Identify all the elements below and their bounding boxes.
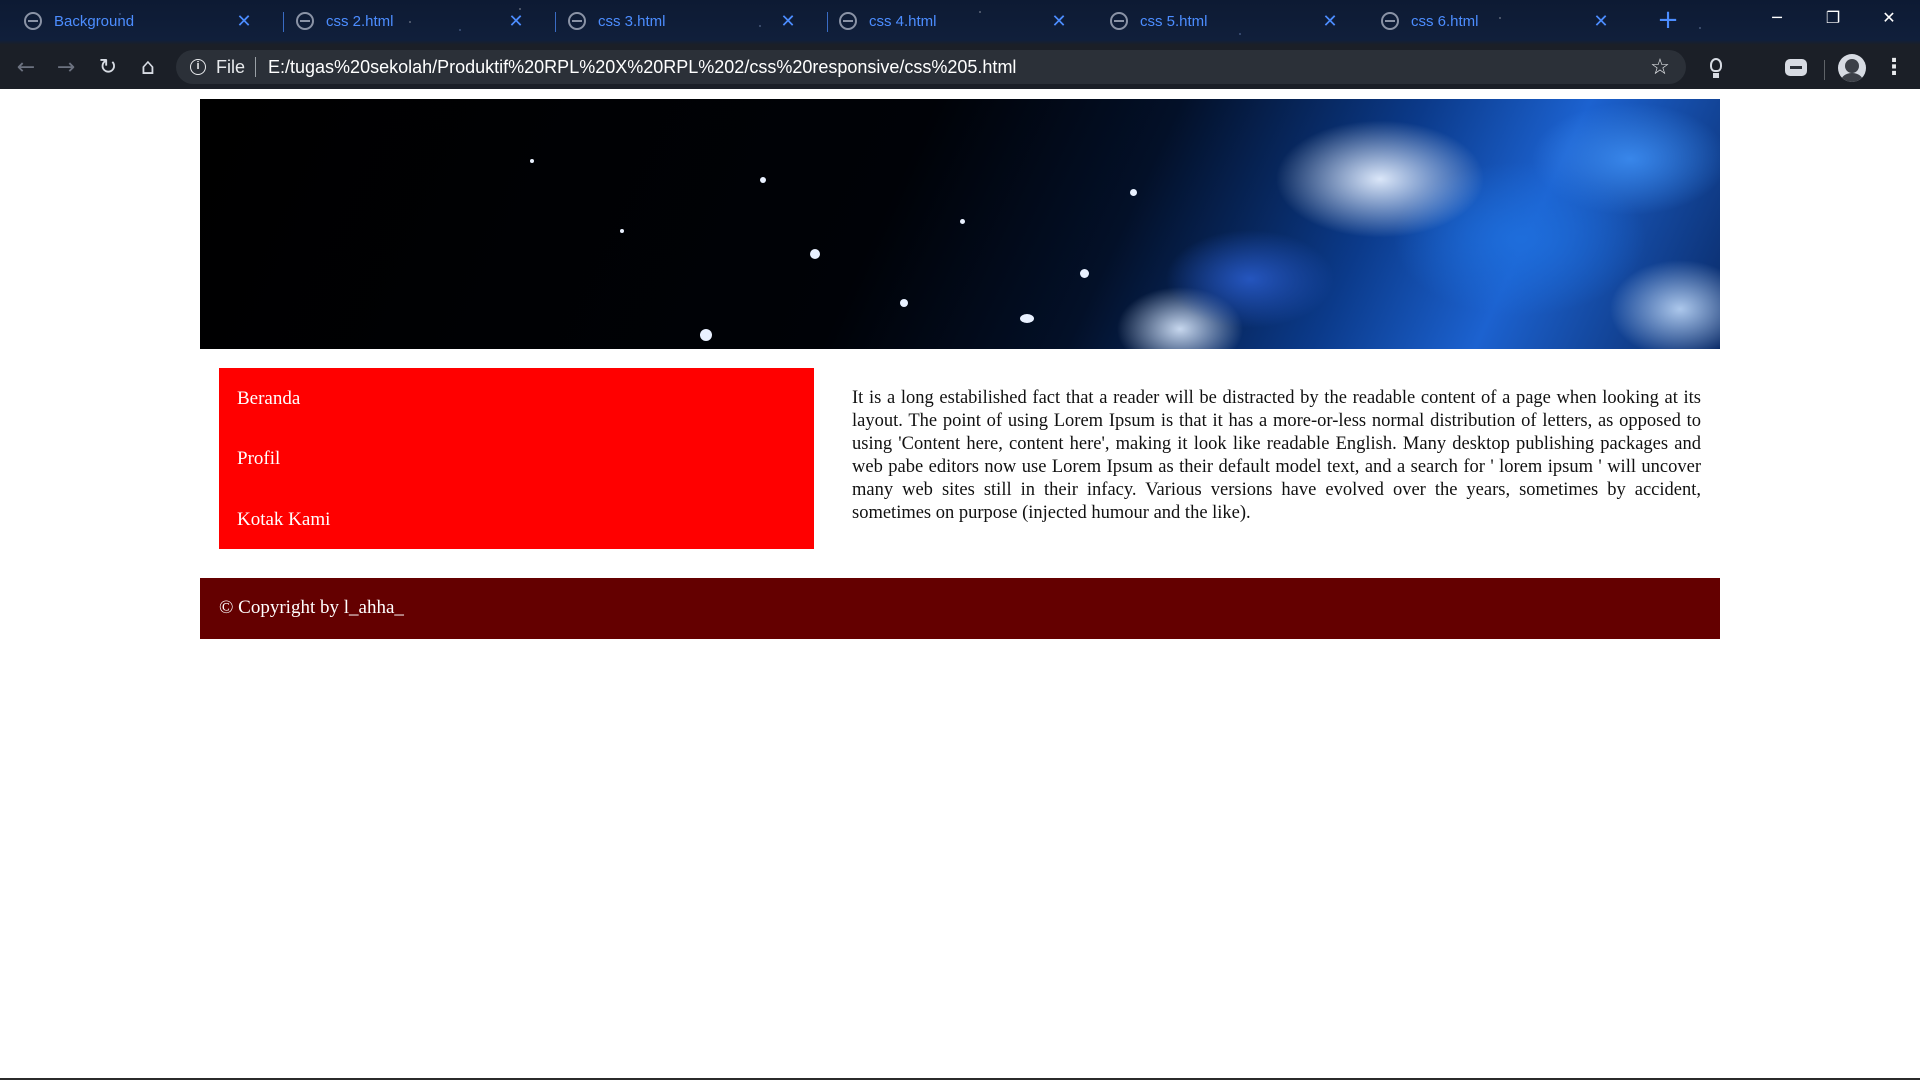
water-droplet bbox=[530, 159, 534, 163]
tab-css-5[interactable]: css 5.html ✕ bbox=[1086, 6, 1348, 36]
avatar[interactable] bbox=[1838, 54, 1866, 82]
close-icon[interactable]: ✕ bbox=[506, 11, 526, 31]
tab-css-6[interactable]: css 6.html ✕ bbox=[1357, 6, 1619, 36]
forward-button[interactable]: → bbox=[50, 52, 82, 84]
url-text[interactable]: E:/tugas%20sekolah/Produktif%20RPL%20X%2… bbox=[268, 57, 1016, 78]
water-droplet bbox=[760, 177, 766, 183]
header-banner-image bbox=[200, 99, 1720, 349]
divider bbox=[255, 57, 257, 77]
globe-icon bbox=[24, 12, 42, 30]
water-droplet bbox=[1080, 269, 1089, 278]
nav-link-kotak-kami[interactable]: Kotak Kami bbox=[237, 509, 330, 531]
browser-chrome: Background ✕ css 2.html ✕ css 3.html ✕ c… bbox=[0, 0, 1920, 89]
globe-icon bbox=[1110, 12, 1128, 30]
kebab-menu-icon[interactable]: ⋮ bbox=[1880, 54, 1908, 82]
tab-css-2[interactable]: css 2.html ✕ bbox=[272, 6, 534, 36]
tab-label: css 6.html bbox=[1411, 12, 1479, 30]
home-icon: ⌂ bbox=[141, 55, 155, 80]
close-icon[interactable]: ✕ bbox=[778, 11, 798, 31]
lightbulb-icon[interactable] bbox=[1702, 54, 1730, 82]
nav-link-beranda[interactable]: Beranda bbox=[237, 388, 300, 410]
reload-icon: ↻ bbox=[98, 55, 118, 80]
copyright-text: © Copyright by l_ahha_ bbox=[219, 597, 404, 618]
restore-button[interactable]: ❐ bbox=[1806, 0, 1860, 36]
minimize-button[interactable]: ─ bbox=[1750, 0, 1804, 36]
article-text: It is a long estabilished fact that a re… bbox=[852, 388, 1701, 523]
sidebar-nav: Beranda Profil Kotak Kami bbox=[219, 368, 814, 549]
water-droplet bbox=[1130, 189, 1137, 196]
close-icon[interactable]: ✕ bbox=[234, 11, 254, 31]
tab-strip: Background ✕ css 2.html ✕ css 3.html ✕ c… bbox=[0, 0, 1920, 44]
water-droplet bbox=[620, 229, 624, 233]
chat-extension-icon[interactable] bbox=[1782, 54, 1810, 82]
arrow-right-icon: → bbox=[56, 55, 76, 80]
tab-css-3[interactable]: css 3.html ✕ bbox=[544, 6, 806, 36]
tab-label: css 2.html bbox=[326, 12, 394, 30]
tab-label: css 4.html bbox=[869, 12, 937, 30]
divider bbox=[1824, 60, 1825, 80]
reload-button[interactable]: ↻ bbox=[92, 52, 124, 84]
tab-label: Background bbox=[54, 12, 135, 30]
tab-css-4[interactable]: css 4.html ✕ bbox=[815, 6, 1077, 36]
tab-label: css 3.html bbox=[598, 12, 666, 30]
new-tab-button[interactable]: + bbox=[1656, 7, 1680, 33]
water-droplet bbox=[960, 219, 965, 224]
page-container: Beranda Profil Kotak Kami It is a long e… bbox=[200, 99, 1720, 639]
globe-icon bbox=[1381, 12, 1399, 30]
back-button[interactable]: ← bbox=[10, 52, 42, 84]
tab-background[interactable]: Background ✕ bbox=[0, 6, 262, 36]
info-icon[interactable]: i bbox=[190, 59, 206, 75]
water-droplet bbox=[700, 329, 712, 341]
nav-link-profil[interactable]: Profil bbox=[237, 448, 280, 470]
browser-toolbar: ← → ↻ ⌂ i File E:/tugas%20sekolah/Produk… bbox=[0, 48, 1920, 88]
close-window-button[interactable]: ✕ bbox=[1862, 0, 1916, 36]
globe-icon bbox=[839, 12, 857, 30]
close-icon[interactable]: ✕ bbox=[1049, 11, 1069, 31]
globe-icon bbox=[296, 12, 314, 30]
arrow-left-icon: ← bbox=[16, 55, 36, 80]
water-droplet bbox=[900, 299, 908, 307]
web-page: Beranda Profil Kotak Kami It is a long e… bbox=[0, 89, 1920, 1080]
home-button[interactable]: ⌂ bbox=[132, 52, 164, 84]
address-bar[interactable]: i File E:/tugas%20sekolah/Produktif%20RP… bbox=[176, 50, 1686, 84]
close-icon[interactable]: ✕ bbox=[1320, 11, 1340, 31]
water-droplet bbox=[1020, 314, 1034, 323]
scheme-label: File bbox=[216, 56, 246, 77]
star-icon[interactable]: ☆ bbox=[1648, 55, 1672, 79]
main-content-row: Beranda Profil Kotak Kami It is a long e… bbox=[200, 349, 1720, 569]
footer: © Copyright by l_ahha_ bbox=[200, 578, 1720, 639]
water-droplet bbox=[810, 249, 820, 259]
close-icon[interactable]: ✕ bbox=[1591, 11, 1611, 31]
tab-label: css 5.html bbox=[1140, 12, 1208, 30]
globe-icon bbox=[568, 12, 586, 30]
